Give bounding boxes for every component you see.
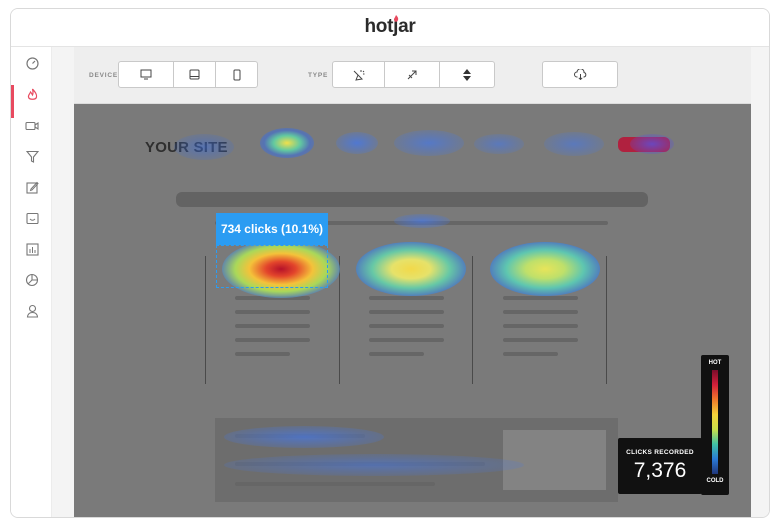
preview-divider: [205, 256, 206, 384]
preview-text-line: [235, 482, 435, 486]
scroll-icon: [463, 68, 471, 81]
app-frame: hotjar DEVICE TYPE YOUR 734 clicks (10.1…: [10, 8, 770, 518]
polls-bar-chart-icon[interactable]: [24, 241, 40, 257]
recruiters-user-icon[interactable]: [24, 303, 40, 319]
legend-color-scale: [712, 370, 718, 474]
type-click-button[interactable]: [333, 62, 385, 87]
click-icon: [353, 69, 364, 81]
preview-text-line: [369, 296, 444, 300]
preview-text-line: [369, 352, 424, 356]
top-bar: hotjar: [11, 9, 769, 47]
preview-divider: [472, 256, 473, 384]
heat-spot: [490, 242, 600, 296]
forms-edit-icon[interactable]: [24, 179, 40, 195]
preview-text-line: [235, 324, 310, 328]
preview-text-line: [503, 352, 558, 356]
type-switcher: [332, 61, 495, 88]
logo-flame-icon: [393, 15, 399, 22]
heat-spot: [630, 134, 674, 154]
heat-spot: [224, 454, 524, 476]
dashboard-gauge-icon[interactable]: [24, 55, 40, 71]
preview-text-line: [369, 324, 444, 328]
download-group: [542, 61, 618, 88]
mobile-icon: [233, 69, 240, 80]
move-icon: [407, 70, 417, 79]
heatmap-flame-icon[interactable]: [24, 87, 40, 103]
preview-text-line: [503, 324, 578, 328]
heat-spot: [356, 242, 466, 296]
funnel-icon[interactable]: [24, 148, 40, 164]
click-count-tooltip: 734 clicks (10.1%): [216, 213, 328, 245]
content-left-gutter: [52, 47, 74, 517]
sidebar: [11, 47, 52, 517]
download-cloud-icon: [573, 69, 586, 80]
device-switcher: [118, 61, 258, 88]
logo-text: hotjar: [364, 16, 416, 37]
clicks-recorded-card: CLICKS RECORDED 7,376: [618, 438, 702, 494]
feedback-smile-icon[interactable]: [24, 210, 40, 226]
recordings-camera-icon[interactable]: [24, 118, 40, 134]
heatmap-toolbar: DEVICE TYPE: [74, 47, 751, 104]
heat-spot: [260, 128, 314, 158]
content-right-gutter: [751, 47, 769, 517]
heat-spot: [394, 130, 464, 156]
preview-text-line: [369, 338, 444, 342]
surveys-pie-chart-icon[interactable]: [24, 272, 40, 288]
preview-divider: [339, 256, 340, 384]
preview-text-line: [235, 338, 310, 342]
preview-text-line: [235, 352, 290, 356]
legend-hot-label: HOT: [708, 360, 722, 366]
heat-spot: [174, 134, 234, 160]
preview-text-line: [235, 310, 310, 314]
clicks-recorded-label: CLICKS RECORDED: [626, 449, 694, 456]
heatmap-canvas[interactable]: YOUR SITE: [74, 104, 751, 517]
preview-hero-bar: [176, 192, 648, 207]
sidebar-active-indicator: [11, 85, 14, 118]
clicks-recorded-value: 7,376: [633, 459, 687, 482]
type-move-button[interactable]: [385, 62, 440, 87]
desktop-icon: [140, 69, 152, 80]
heat-spot: [224, 426, 384, 448]
download-button[interactable]: [543, 62, 617, 87]
preview-divider: [606, 256, 607, 384]
preview-text-line: [503, 338, 578, 342]
hotjar-logo[interactable]: hotjar: [11, 16, 769, 38]
preview-text-line: [369, 310, 444, 314]
heat-legend: HOT COLD: [701, 355, 729, 495]
legend-cold-label: COLD: [706, 478, 724, 484]
device-mobile-button[interactable]: [216, 62, 257, 87]
preview-footer-image: [503, 430, 606, 490]
selected-element-outline[interactable]: [216, 245, 328, 288]
heat-spot: [474, 134, 524, 154]
heat-spot: [394, 214, 450, 228]
type-label: TYPE: [308, 72, 329, 79]
device-tablet-button[interactable]: [174, 62, 216, 87]
tablet-icon: [189, 69, 200, 80]
device-label: DEVICE: [89, 72, 119, 79]
preview-text-line: [503, 310, 578, 314]
heat-spot: [336, 132, 378, 154]
preview-text-line: [503, 296, 578, 300]
heat-spot: [544, 132, 604, 156]
type-scroll-button[interactable]: [440, 62, 494, 87]
device-desktop-button[interactable]: [119, 62, 174, 87]
